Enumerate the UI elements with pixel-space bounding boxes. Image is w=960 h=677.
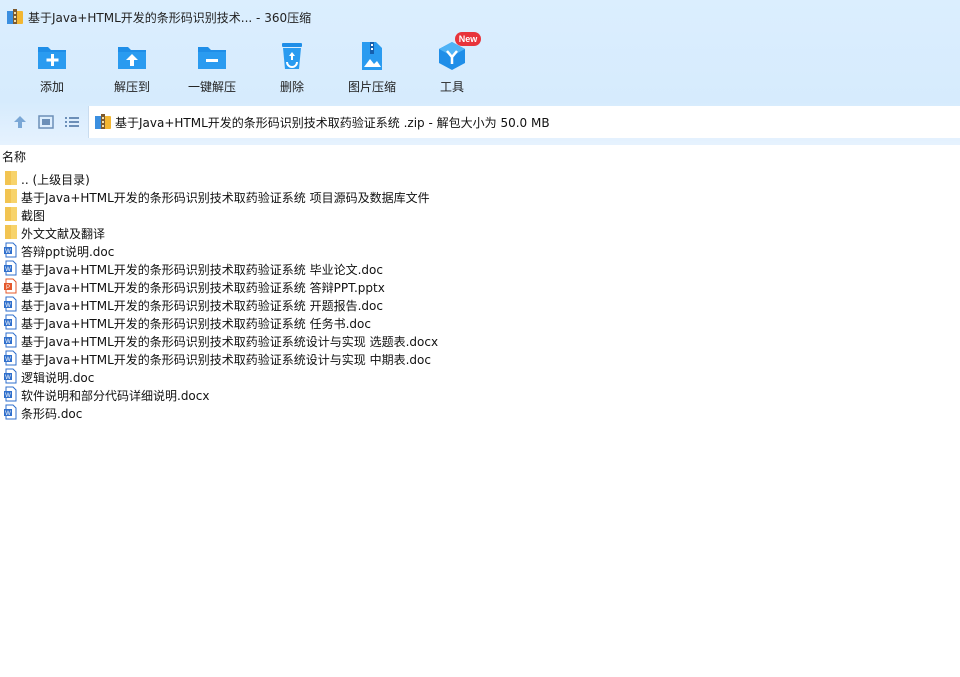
app-window: 基于Java+HTML开发的条形码识别技术... - 360压缩 添加 解压到 … bbox=[0, 0, 960, 677]
thumbnail-view-icon[interactable] bbox=[37, 113, 55, 131]
file-name: 软件说明和部分代码详细说明.docx bbox=[21, 389, 210, 403]
word-document-icon: W bbox=[4, 296, 17, 312]
powerpoint-document-icon: P bbox=[4, 278, 17, 294]
new-badge: New bbox=[455, 32, 481, 46]
column-header[interactable]: 名称 bbox=[0, 146, 960, 166]
extract-to-button[interactable]: 解压到 bbox=[92, 36, 172, 96]
file-name: 基于Java+HTML开发的条形码识别技术取药验证系统 任务书.doc bbox=[21, 317, 371, 331]
file-row[interactable]: W 基于Java+HTML开发的条形码识别技术取药验证系统 毕业论文.doc bbox=[0, 259, 960, 277]
svg-text:P: P bbox=[6, 285, 10, 291]
svg-text:W: W bbox=[5, 357, 11, 363]
folder-row[interactable]: 基于Java+HTML开发的条形码识别技术取药验证系统 项目源码及数据库文件 bbox=[0, 187, 960, 205]
image-compress-icon bbox=[362, 42, 382, 70]
add-button[interactable]: 添加 bbox=[12, 36, 92, 96]
file-row[interactable]: W 逻辑说明.doc bbox=[0, 367, 960, 385]
extract-to-icon bbox=[118, 47, 146, 69]
word-document-icon: W bbox=[4, 332, 17, 348]
word-document-icon: W bbox=[4, 242, 17, 258]
file-name: 基于Java+HTML开发的条形码识别技术取药验证系统 项目源码及数据库文件 bbox=[21, 191, 430, 205]
one-click-extract-icon bbox=[198, 47, 226, 69]
svg-text:W: W bbox=[5, 393, 11, 399]
tools-button[interactable]: 工具 bbox=[412, 36, 492, 96]
file-row[interactable]: W 基于Java+HTML开发的条形码识别技术取药验证系统设计与实现 选题表.do… bbox=[0, 331, 960, 349]
folder-row[interactable]: 截图 bbox=[0, 205, 960, 223]
file-name: 基于Java+HTML开发的条形码识别技术取药验证系统设计与实现 中期表.doc bbox=[21, 353, 431, 367]
folder-row[interactable]: 外文文献及翻译 bbox=[0, 223, 960, 241]
file-name: 外文文献及翻译 bbox=[21, 227, 106, 241]
folder-icon bbox=[5, 225, 17, 239]
window-title: 基于Java+HTML开发的条形码识别技术... - 360压缩 bbox=[28, 11, 312, 25]
svg-text:W: W bbox=[5, 321, 11, 327]
svg-text:W: W bbox=[5, 411, 11, 417]
file-name: 条形码.doc bbox=[21, 407, 83, 421]
folder-row[interactable]: .. (上级目录) bbox=[0, 169, 960, 187]
delete-label: 删除 bbox=[279, 80, 304, 94]
svg-text:W: W bbox=[5, 339, 11, 345]
address-bar[interactable]: 基于Java+HTML开发的条形码识别技术取药验证系统 .zip - 解包大小为… bbox=[88, 106, 960, 138]
archive-icon bbox=[7, 9, 23, 24]
file-name: 基于Java+HTML开发的条形码识别技术取药验证系统 开题报告.doc bbox=[21, 299, 383, 313]
svg-text:W: W bbox=[5, 303, 11, 309]
word-document-icon: W bbox=[4, 314, 17, 330]
file-row[interactable]: W 基于Java+HTML开发的条形码识别技术取药验证系统 开题报告.doc bbox=[0, 295, 960, 313]
archive-icon bbox=[95, 114, 111, 129]
file-name: 基于Java+HTML开发的条形码识别技术取药验证系统 答辩PPT.pptx bbox=[21, 281, 385, 295]
recycle-bin-icon bbox=[282, 43, 302, 69]
folder-icon bbox=[5, 189, 17, 203]
file-row[interactable]: W 软件说明和部分代码详细说明.docx bbox=[0, 385, 960, 403]
top-panel: 基于Java+HTML开发的条形码识别技术... - 360压缩 添加 解压到 … bbox=[0, 0, 960, 145]
file-row[interactable]: P 基于Java+HTML开发的条形码识别技术取药验证系统 答辩PPT.pptx bbox=[0, 277, 960, 295]
word-document-icon: W bbox=[4, 368, 17, 384]
file-row[interactable]: W 答辩ppt说明.doc bbox=[0, 241, 960, 259]
title-bar: 基于Java+HTML开发的条形码识别技术... - 360压缩 bbox=[0, 0, 960, 32]
file-name: 答辩ppt说明.doc bbox=[21, 245, 115, 259]
file-name: 截图 bbox=[21, 209, 46, 223]
word-document-icon: W bbox=[4, 260, 17, 276]
extract-to-label: 解压到 bbox=[113, 80, 150, 94]
list-view-icon[interactable] bbox=[63, 113, 81, 131]
toolbar: 添加 解压到 一键解压 删除 图片压缩 工具 New bbox=[0, 32, 960, 98]
file-name: 基于Java+HTML开发的条形码识别技术取药验证系统 毕业论文.doc bbox=[21, 263, 383, 277]
navigation-row: 基于Java+HTML开发的条形码识别技术取药验证系统 .zip - 解包大小为… bbox=[0, 106, 960, 138]
file-name: 基于Java+HTML开发的条形码识别技术取药验证系统设计与实现 选题表.doc… bbox=[21, 335, 439, 349]
word-document-icon: W bbox=[4, 386, 17, 402]
svg-text:W: W bbox=[5, 375, 11, 381]
folder-icon bbox=[5, 171, 17, 185]
word-document-icon: W bbox=[4, 404, 17, 420]
image-compress-button[interactable]: 图片压缩 bbox=[332, 36, 412, 96]
svg-text:W: W bbox=[5, 267, 11, 273]
archive-path: 基于Java+HTML开发的条形码识别技术取药验证系统 .zip - 解包大小为… bbox=[115, 116, 550, 130]
folder-icon bbox=[5, 207, 17, 221]
name-column-header[interactable]: 名称 bbox=[2, 148, 26, 165]
word-document-icon: W bbox=[4, 350, 17, 366]
tools-label: 工具 bbox=[439, 80, 464, 94]
one-click-extract-button[interactable]: 一键解压 bbox=[172, 36, 252, 96]
file-name: .. (上级目录) bbox=[21, 173, 90, 187]
file-list: .. (上级目录) 基于Java+HTML开发的条形码识别技术取药验证系统 项目源… bbox=[0, 169, 960, 421]
image-compress-label: 图片压缩 bbox=[347, 80, 396, 94]
one-click-extract-label: 一键解压 bbox=[187, 80, 236, 94]
add-folder-icon bbox=[38, 47, 66, 69]
svg-text:W: W bbox=[5, 249, 11, 255]
add-label: 添加 bbox=[39, 80, 64, 94]
up-arrow-icon[interactable] bbox=[11, 113, 29, 131]
file-name: 逻辑说明.doc bbox=[21, 371, 95, 385]
file-row[interactable]: W 基于Java+HTML开发的条形码识别技术取药验证系统 任务书.doc bbox=[0, 313, 960, 331]
file-row[interactable]: W 条形码.doc bbox=[0, 403, 960, 421]
delete-button[interactable]: 删除 bbox=[252, 36, 332, 96]
file-row[interactable]: W 基于Java+HTML开发的条形码识别技术取药验证系统设计与实现 中期表.do… bbox=[0, 349, 960, 367]
